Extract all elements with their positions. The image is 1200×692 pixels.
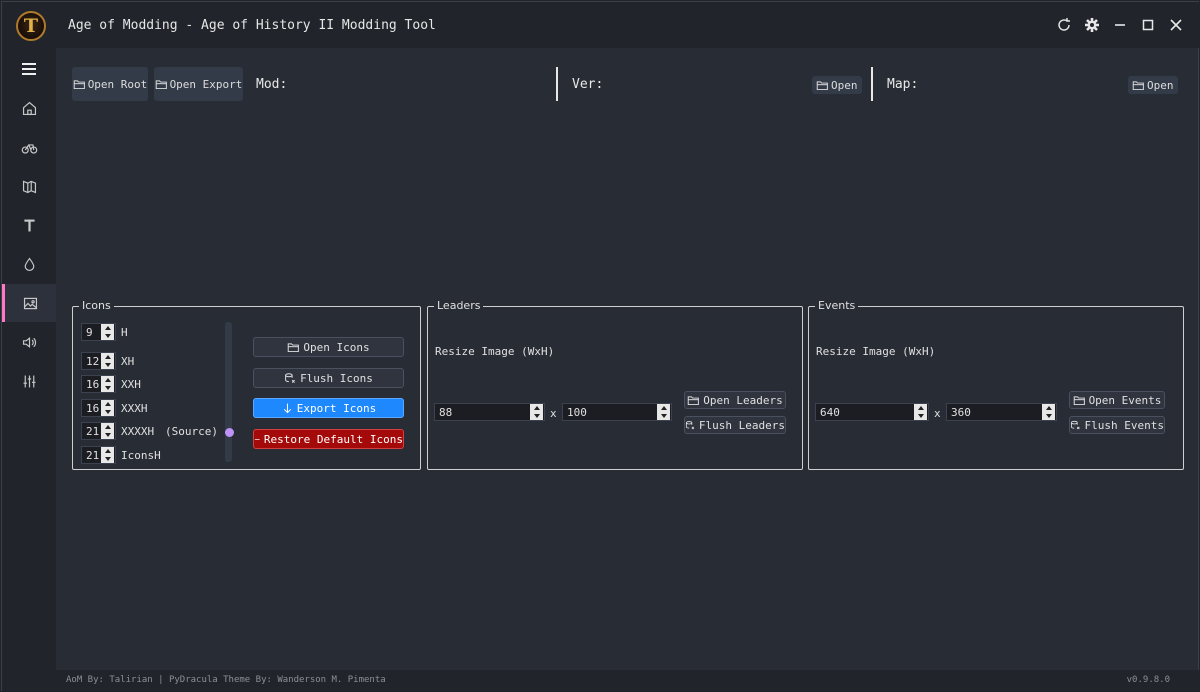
export-icons-button[interactable]: Export Icons [253,398,404,418]
leaders-x-separator: x [550,407,557,420]
sidebar [2,48,56,692]
folder-icon [816,80,828,90]
source-note: (Source) [165,425,218,438]
minus-icon [254,438,260,440]
folder-icon [687,395,700,405]
size-xh-label: XH [121,355,135,368]
flush-icon [1071,420,1080,429]
main-content: Open Root Open Export Mod: Ver: Open Map… [56,48,1200,670]
spin-arrows[interactable] [101,376,114,392]
size-iconsh-label: IconsH [121,449,161,462]
app-title: Age of Modding - Age of History II Moddi… [68,18,436,33]
bicycle-icon[interactable] [2,128,56,166]
leaders-width-spinbox[interactable]: 88 [434,403,545,421]
text-icon[interactable] [2,206,56,244]
app-logo: T [16,11,46,41]
ver-open-button[interactable]: Open [812,76,862,94]
open-export-button[interactable]: Open Export [154,67,243,101]
size-h-spinbox[interactable]: 9 [81,323,116,341]
spin-arrows[interactable] [101,400,114,416]
events-width-spinbox[interactable]: 640 [815,403,929,421]
size-xxh-label: XXH [121,378,141,391]
size-h-label: H [121,326,128,339]
size-iconsh-spinbox[interactable]: 21 [81,446,116,464]
spin-arrows[interactable] [657,404,670,420]
credits-text: AoM By: Talirian | PyDracula Theme By: W… [66,675,386,685]
size-xh-spinbox[interactable]: 12 [81,352,116,370]
home-icon[interactable] [2,89,56,127]
size-xxxxh-spinbox[interactable]: 21 [81,422,116,440]
folder-icon [1073,395,1085,405]
spin-arrows[interactable] [1042,404,1055,420]
flush-icon [285,372,295,383]
size-slider-handle[interactable] [225,428,234,437]
spin-arrows[interactable] [101,423,114,439]
events-group: Events Resize Image (WxH) 640 x 360 Open… [808,299,1184,470]
version-text: v0.9.8.0 [1126,675,1170,685]
title-bar: T Age of Modding - Age of History II Mod… [2,2,1200,48]
leaders-group-title: Leaders [434,299,484,312]
leaders-resize-label: Resize Image (WxH) [435,345,555,358]
sound-icon[interactable] [2,323,56,361]
toolbar-divider [556,67,558,101]
spin-arrows[interactable] [101,447,114,463]
download-arrow-icon [283,403,291,413]
open-events-button[interactable]: Open Events [1069,391,1165,409]
folder-icon [288,342,300,352]
open-leaders-button[interactable]: Open Leaders [684,391,786,409]
close-icon[interactable] [1166,15,1186,35]
open-icons-button[interactable]: Open Icons [253,337,404,357]
spin-arrows[interactable] [101,353,114,369]
spin-arrows[interactable] [530,404,543,420]
maximize-icon[interactable] [1138,15,1158,35]
events-x-separator: x [934,407,941,420]
spin-arrows[interactable] [914,404,927,420]
open-root-button[interactable]: Open Root [72,67,148,101]
size-xxxxh-label: XXXXH [121,425,155,438]
minimize-icon[interactable] [1110,15,1130,35]
folder-icon [155,79,167,89]
flush-icon [685,420,695,429]
map-open-button[interactable]: Open [1128,76,1178,94]
folder-icon [73,79,85,89]
spin-arrows[interactable] [101,324,114,340]
menu-icon[interactable] [2,50,56,88]
sliders-icon[interactable] [2,362,56,400]
app-window: T Age of Modding - Age of History II Mod… [1,1,1200,692]
flush-events-button[interactable]: Flush Events [1069,416,1165,434]
size-xxxh-spinbox[interactable]: 16 [81,399,116,417]
gear-icon[interactable] [1082,15,1102,35]
image-icon[interactable] [2,284,56,322]
restore-default-icons-button[interactable]: Restore Default Icons [253,429,404,449]
size-slider-track[interactable] [225,322,232,462]
flush-icons-button[interactable]: Flush Icons [253,368,404,388]
drop-icon[interactable] [2,245,56,283]
size-xxh-spinbox[interactable]: 16 [81,375,116,393]
leaders-group: Leaders Resize Image (WxH) 88 x 100 Open… [427,299,803,470]
refresh-icon[interactable] [1054,15,1074,35]
icons-group: Icons 9 H 12 XH 16 XXH 16 XXXH 21 XXXXH … [72,299,421,470]
map-label: Map: [887,77,919,92]
leaders-height-spinbox[interactable]: 100 [562,403,672,421]
status-bar: AoM By: Talirian | PyDracula Theme By: W… [56,670,1200,692]
size-xxxh-label: XXXH [121,402,148,415]
map-icon[interactable] [2,167,56,205]
events-height-spinbox[interactable]: 360 [946,403,1057,421]
toolbar-divider [871,67,873,101]
events-group-title: Events [815,299,859,312]
flush-leaders-button[interactable]: Flush Leaders [684,416,786,434]
ver-label: Ver: [572,77,604,92]
events-resize-label: Resize Image (WxH) [816,345,936,358]
icons-group-title: Icons [79,299,114,312]
folder-icon [1132,80,1144,90]
mod-label: Mod: [256,77,288,92]
